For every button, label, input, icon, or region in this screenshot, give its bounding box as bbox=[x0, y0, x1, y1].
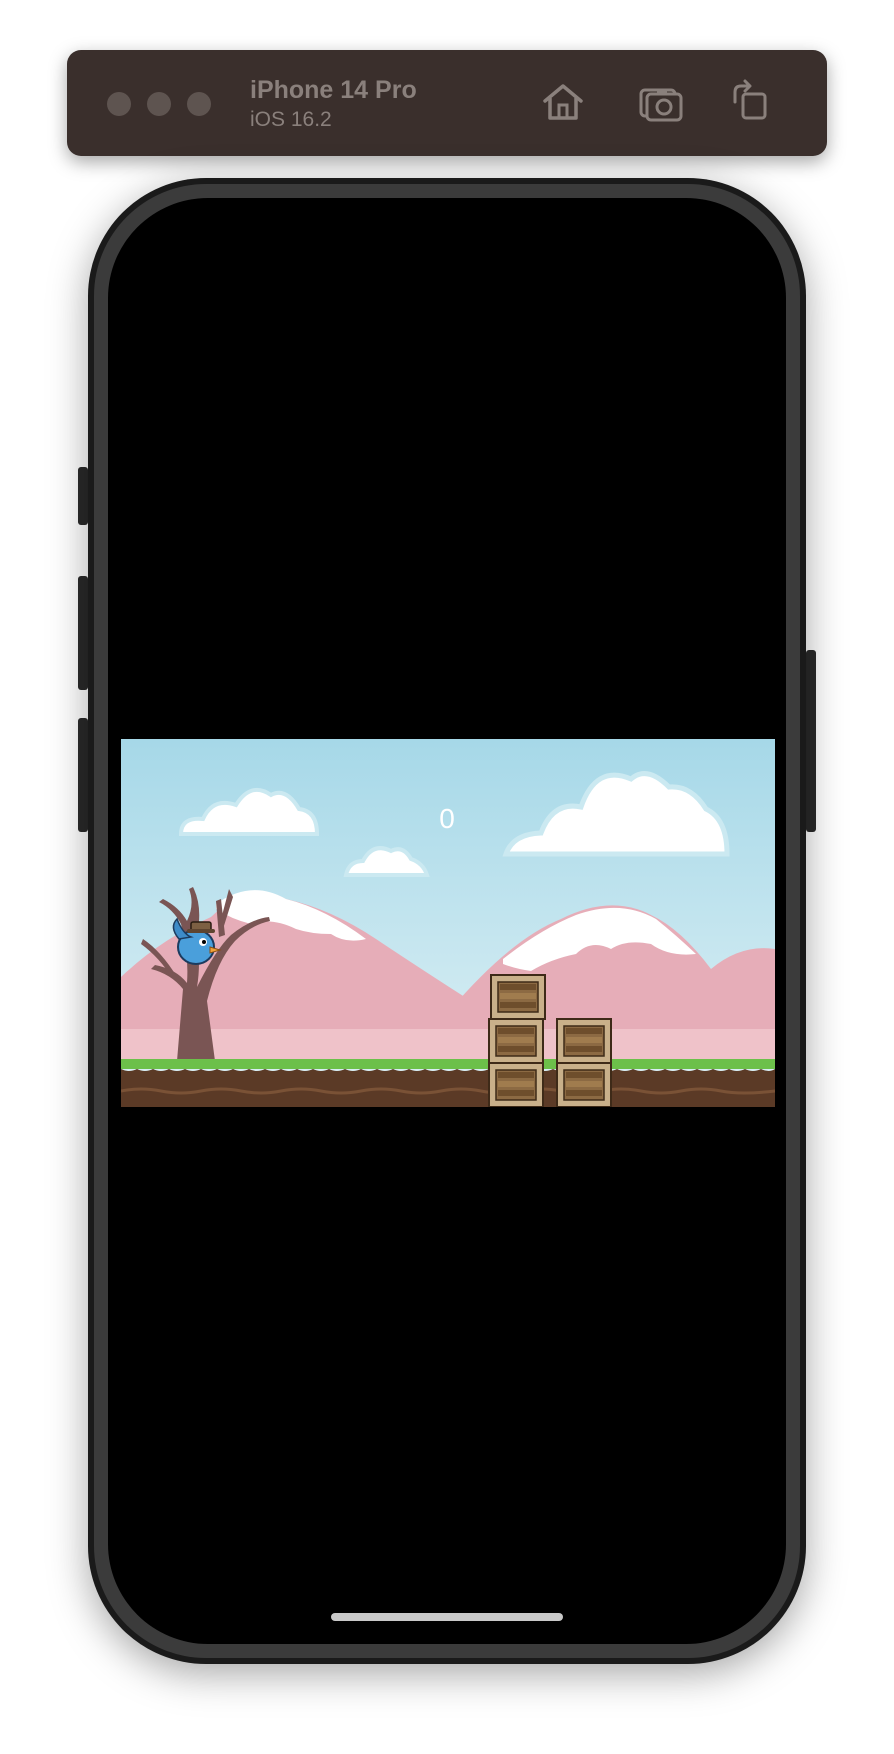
wooden-crate[interactable] bbox=[488, 1018, 544, 1064]
volume-up-button bbox=[78, 576, 88, 690]
crate-stack bbox=[488, 974, 612, 1107]
home-icon[interactable] bbox=[539, 78, 587, 126]
mute-switch bbox=[78, 467, 88, 525]
zoom-window-button[interactable] bbox=[187, 92, 211, 116]
home-indicator[interactable] bbox=[331, 1613, 563, 1621]
volume-down-button bbox=[78, 718, 88, 832]
game-view[interactable] bbox=[121, 739, 775, 1107]
wooden-crate[interactable] bbox=[556, 1018, 612, 1064]
power-button bbox=[806, 650, 816, 832]
device-name: iPhone 14 Pro bbox=[250, 76, 417, 104]
wooden-crate[interactable] bbox=[488, 1062, 544, 1107]
simulator-toolbar: iPhone 14 Pro iOS 16.2 bbox=[67, 50, 827, 156]
score-label: 0 bbox=[439, 803, 455, 834]
wooden-crate[interactable] bbox=[556, 1062, 612, 1107]
camera-icon[interactable] bbox=[637, 78, 685, 126]
rotate-icon[interactable] bbox=[727, 78, 775, 126]
wooden-crate[interactable] bbox=[490, 974, 546, 1020]
minimize-window-button[interactable] bbox=[147, 92, 171, 116]
os-version: iOS 16.2 bbox=[250, 108, 332, 131]
close-window-button[interactable] bbox=[107, 92, 131, 116]
